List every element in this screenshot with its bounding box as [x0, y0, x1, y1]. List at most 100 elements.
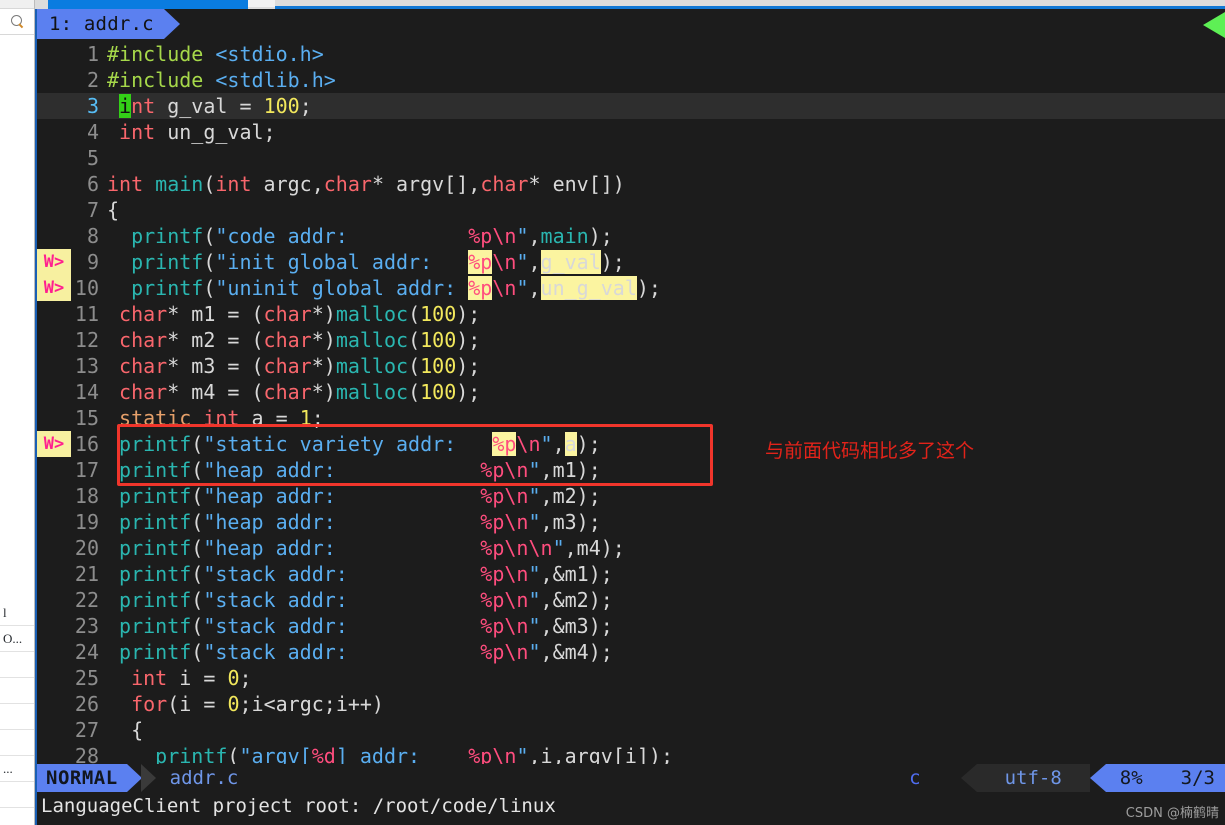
code-area[interactable]: 1 #include <stdio.h> 2 #include <stdlib.h> 3…	[37, 39, 1225, 764]
code-token: "uninit global addr:	[215, 276, 469, 300]
code-token: %p	[468, 276, 493, 300]
warning-sign-icon[interactable]: W>	[37, 249, 71, 275]
code-line-text: printf("heap addr: %p\n",m3);	[107, 509, 1225, 535]
code-token: malloc	[335, 302, 409, 326]
code-line[interactable]: 22 printf("stack addr: %p\n",&m2);	[37, 587, 1225, 613]
warning-sign-icon[interactable]: W>	[37, 275, 71, 301]
code-token: %p	[480, 640, 505, 664]
code-token: \n	[504, 640, 529, 664]
tab-addr-c[interactable]: 1: addr.c	[37, 9, 164, 39]
code-line[interactable]: 21 printf("stack addr: %p\n",&m1);	[37, 561, 1225, 587]
code-token: "code addr:	[215, 224, 469, 248]
code-token: "stack addr:	[203, 562, 481, 586]
code-line-text: #include <stdio.h>	[107, 41, 1225, 67]
code-token: %p	[480, 458, 505, 482]
list-item[interactable]	[0, 652, 34, 678]
code-line[interactable]: 25 int i = 0;	[37, 665, 1225, 691]
code-line[interactable]: 5	[37, 145, 1225, 171]
code-line[interactable]: 20 printf("heap addr: %p\n\n",m4);	[37, 535, 1225, 561]
code-line[interactable]: 26 for(i = 0;i<argc;i++)	[37, 691, 1225, 717]
code-line[interactable]: 6 int main(int argc,char* argv[],char* en…	[37, 171, 1225, 197]
code-token: (	[203, 250, 216, 274]
line-number: 7	[86, 198, 99, 222]
code-line[interactable]: W> 10 printf("uninit global addr: %p\n",u…	[37, 275, 1225, 301]
list-item[interactable]: l	[0, 600, 34, 626]
warning-sign-icon[interactable]: W>	[37, 431, 71, 457]
list-item[interactable]	[0, 704, 34, 730]
code-token: ,m3);	[540, 510, 601, 534]
code-token: printf	[131, 276, 204, 300]
code-line[interactable]: 17 printf("heap addr: %p\n",m1);	[37, 457, 1225, 483]
code-line[interactable]: 24 printf("stack addr: %p\n",&m4);	[37, 639, 1225, 665]
code-token: a =	[239, 406, 300, 430]
code-line[interactable]: 1 #include <stdio.h>	[37, 41, 1225, 67]
code-line[interactable]: 19 printf("heap addr: %p\n",m3);	[37, 509, 1225, 535]
line-number: 12	[74, 328, 99, 352]
code-token: %p	[480, 562, 505, 586]
code-line[interactable]: 14 char* m4 = (char*)malloc(100);	[37, 379, 1225, 405]
code-token: <stdlib.h>	[215, 68, 336, 92]
line-number: 14	[74, 380, 99, 404]
code-token: printf	[119, 432, 192, 456]
code-token: ;	[239, 666, 252, 690]
code-token: g_val	[155, 94, 240, 118]
code-token: int	[203, 406, 240, 430]
code-line-text: #include <stdlib.h>	[107, 67, 1225, 93]
code-token: ,&m4);	[540, 640, 613, 664]
left-panel-search-row[interactable]	[0, 9, 34, 35]
code-token: (	[408, 380, 421, 404]
list-item[interactable]: O...	[0, 626, 34, 652]
code-token: (	[408, 354, 421, 378]
code-token: (	[203, 276, 216, 300]
code-line[interactable]: 7{	[37, 197, 1225, 223]
code-line-text: static int a = 1;	[107, 405, 1225, 431]
code-token: i =	[167, 666, 228, 690]
code-token: printf	[119, 510, 192, 534]
code-token: * m3 = (	[167, 354, 264, 378]
code-line[interactable]: 11 char* m1 = (char*)malloc(100);	[37, 301, 1225, 327]
code-line[interactable]: 23 printf("stack addr: %p\n",&m3);	[37, 613, 1225, 639]
code-line-text: printf("stack addr: %p\n",&m4);	[107, 639, 1225, 665]
code-token: (	[191, 484, 204, 508]
line-number: 10	[74, 276, 99, 300]
list-item[interactable]: ...	[0, 756, 34, 782]
search-icon[interactable]	[10, 15, 24, 28]
code-token: \n	[492, 276, 517, 300]
code-token: nt	[131, 94, 156, 118]
code-line[interactable]: 28 printf("argv[%d] addr: %p\n",i,argv[i…	[37, 743, 1225, 764]
code-line[interactable]: 8 printf("code addr: %p\n",main);	[37, 223, 1225, 249]
code-line[interactable]: 18 printf("heap addr: %p\n",m2);	[37, 483, 1225, 509]
code-line[interactable]: 12 char* m2 = (char*)malloc(100);	[37, 327, 1225, 353]
code-line[interactable]: 3 int g_val = 100;	[37, 93, 1225, 119]
code-token: 100	[420, 354, 457, 378]
line-number: 28	[74, 744, 99, 764]
code-line[interactable]: 15 static int a = 1;	[37, 405, 1225, 431]
green-arrow-icon[interactable]	[1203, 12, 1225, 38]
code-line[interactable]: W> 16 printf("static variety addr: %p\n",…	[37, 431, 1225, 457]
code-line[interactable]: W> 9 printf("init global addr: %p\n",g_va…	[37, 249, 1225, 275]
code-token: \n	[516, 432, 541, 456]
code-token: printf	[119, 458, 192, 482]
code-token: char	[119, 302, 168, 326]
code-token: \n	[492, 744, 517, 764]
code-line[interactable]: 4 int un_g_val;	[37, 119, 1225, 145]
status-filename: addr.c	[169, 767, 239, 789]
code-token: ;	[299, 94, 312, 118]
code-line[interactable]: 27 {	[37, 717, 1225, 743]
list-item[interactable]	[0, 678, 34, 704]
code-token: "	[528, 510, 541, 534]
line-number: 24	[74, 640, 99, 664]
code-token: "	[516, 276, 529, 300]
list-item[interactable]	[0, 782, 34, 808]
code-line[interactable]: 2 #include <stdlib.h>	[37, 67, 1225, 93]
code-token: *)	[311, 380, 336, 404]
code-line[interactable]: 13 char* m3 = (char*)malloc(100);	[37, 353, 1225, 379]
command-line-message: LanguageClient project root: /root/code/…	[37, 792, 1225, 820]
code-token: * env[])	[528, 172, 625, 196]
list-item[interactable]	[0, 730, 34, 756]
